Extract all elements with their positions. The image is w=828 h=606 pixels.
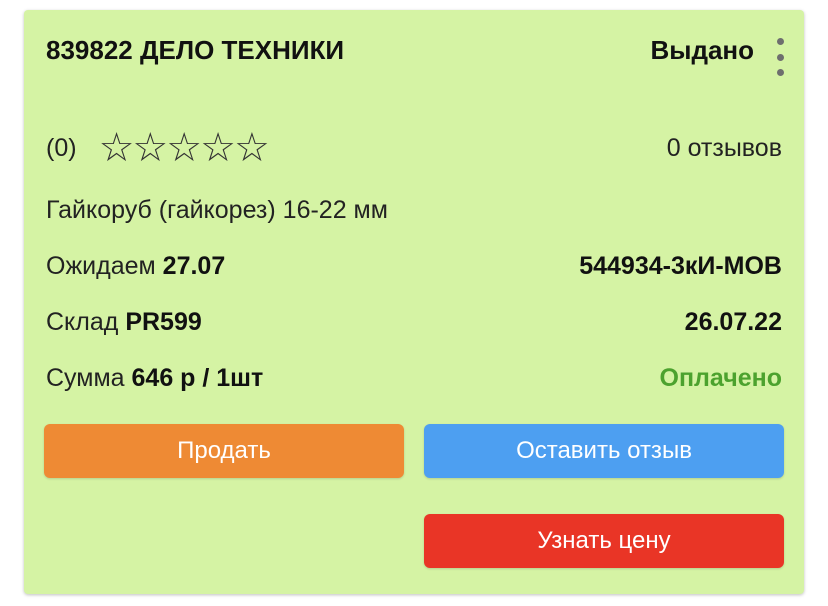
expected-date: 27.07 (162, 251, 226, 280)
warehouse-row: Склад PR599 26.07.22 (46, 304, 782, 340)
order-date: 26.07.22 (684, 307, 782, 336)
star-outline-icon[interactable]: ☆ (200, 128, 236, 168)
sum-value: 646 р / 1шт (131, 363, 264, 392)
expected-label: Ожидаем (46, 251, 156, 280)
payment-status: Оплачено (659, 363, 783, 392)
order-status: Выдано (650, 35, 754, 65)
order-title: 839822 ДЕЛО ТЕХНИКИ (46, 35, 345, 65)
star-outline-icon[interactable]: ☆ (166, 128, 202, 168)
rating-count: (0) (46, 133, 77, 162)
order-code: 544934-3кИ-МОВ (579, 251, 782, 280)
product-name: Гайкоруб (гайкорез) 16-22 мм (46, 195, 388, 224)
sell-button[interactable]: Продать (44, 424, 404, 478)
star-outline-icon[interactable]: ☆ (99, 128, 135, 168)
leave-review-button[interactable]: Оставить отзыв (424, 424, 784, 478)
more-vertical-icon[interactable] (774, 38, 786, 76)
sum-row: Сумма 646 р / 1шт Оплачено (46, 360, 782, 396)
warehouse-code: PR599 (125, 307, 202, 336)
reviews-count[interactable]: 0 отзывов (667, 134, 782, 163)
rating-row: (0) ☆ ☆ ☆ ☆ ☆ 0 отзывов (46, 128, 782, 168)
menu-dot (776, 53, 784, 61)
menu-dot (776, 38, 784, 45)
star-outline-icon[interactable]: ☆ (132, 128, 168, 168)
rating-stars[interactable]: ☆ ☆ ☆ ☆ ☆ (99, 128, 270, 168)
check-price-button[interactable]: Узнать цену (424, 514, 784, 568)
star-outline-icon[interactable]: ☆ (234, 128, 270, 168)
order-card: 839822 ДЕЛО ТЕХНИКИ Выдано (0) ☆ ☆ ☆ ☆ ☆… (24, 10, 804, 594)
expected-row: Ожидаем 27.07 544934-3кИ-МОВ (46, 248, 782, 284)
warehouse-label: Склад (46, 307, 119, 336)
menu-dot (776, 69, 784, 76)
product-row: Гайкоруб (гайкорез) 16-22 мм (46, 192, 782, 228)
sum-label: Сумма (46, 363, 125, 392)
